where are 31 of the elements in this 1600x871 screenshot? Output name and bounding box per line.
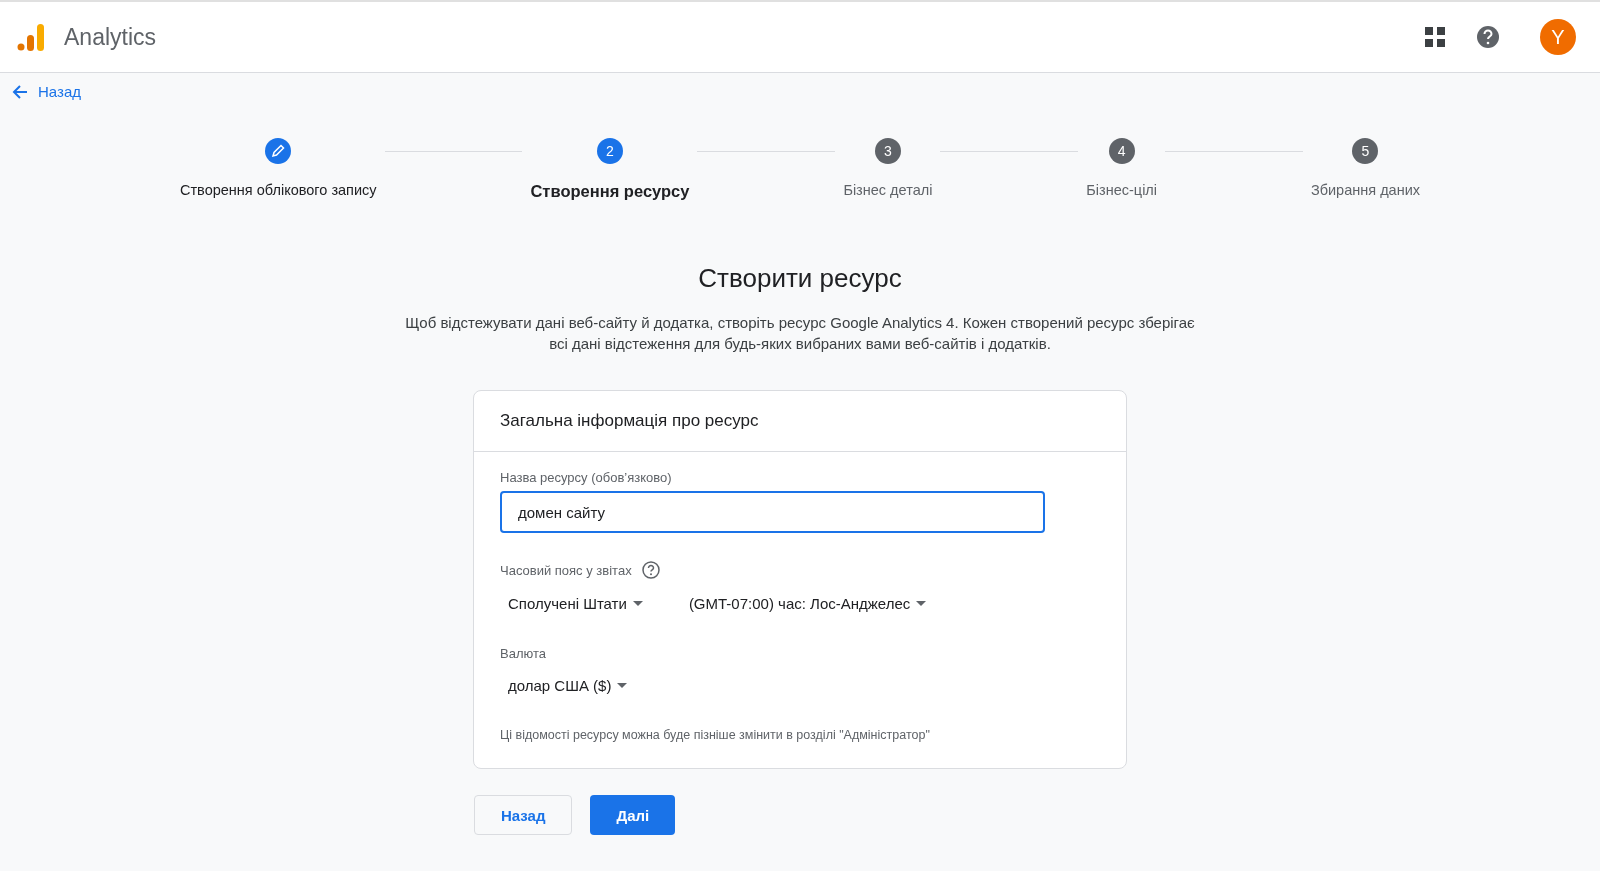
step-label: Бізнес-цілі bbox=[1086, 182, 1158, 198]
page-description: Щоб відстежувати дані веб-сайту й додатка, створіть ресурс Google Analytics 4. Кожен створений ресурс зберігає всі дані відстеження для будь-яких вибраних вами веб-сайтів і додатків. bbox=[404, 313, 1196, 354]
field-label: Часовий пояс у звітах bbox=[500, 562, 632, 578]
card-title: Загальна інформація про ресурс bbox=[474, 391, 1126, 452]
caret-icon bbox=[916, 601, 927, 606]
input-field[interactable]: домен сайту bbox=[500, 491, 1045, 533]
step-label: Бізнес деталі bbox=[843, 182, 933, 198]
app-name: Analytics bbox=[64, 23, 158, 51]
step-label: Збирання даних bbox=[1310, 182, 1421, 198]
step-indicator: 3 bbox=[874, 138, 901, 164]
field-label: Назва ресурсу (обов’язково) bbox=[500, 470, 673, 485]
step-label: Створення ресурсу bbox=[530, 182, 690, 201]
back-button[interactable]: Назад bbox=[474, 795, 573, 835]
hint-text: Ці відомості ресурсу можна буде пізніше змінити в розділі "Адміністратор" bbox=[500, 728, 931, 742]
timezone-dropdown[interactable]: (GMT-07:00) час: Лос-Анджелес bbox=[680, 589, 935, 618]
step-indicator: 4 bbox=[1108, 138, 1135, 164]
country-dropdown[interactable]: Сполучені Штати bbox=[500, 589, 651, 618]
step-label: Створення облікового запису bbox=[180, 182, 377, 198]
next-button[interactable]: Далі bbox=[590, 795, 676, 835]
logo-icon bbox=[16, 22, 46, 52]
field-label: Валюта bbox=[500, 646, 546, 661]
back-arrow-icon bbox=[12, 83, 28, 100]
caret-icon bbox=[617, 683, 628, 688]
currency-dropdown[interactable]: долар США ($) bbox=[500, 671, 636, 700]
step-indicator: 2 bbox=[596, 138, 623, 164]
caret-icon bbox=[632, 601, 643, 606]
back-link[interactable]: Назад bbox=[12, 83, 81, 100]
page-title: Створити ресурс bbox=[697, 263, 903, 294]
help-icon[interactable] bbox=[641, 561, 660, 579]
pencil-icon bbox=[271, 144, 286, 158]
step-indicator: 5 bbox=[1352, 138, 1379, 164]
